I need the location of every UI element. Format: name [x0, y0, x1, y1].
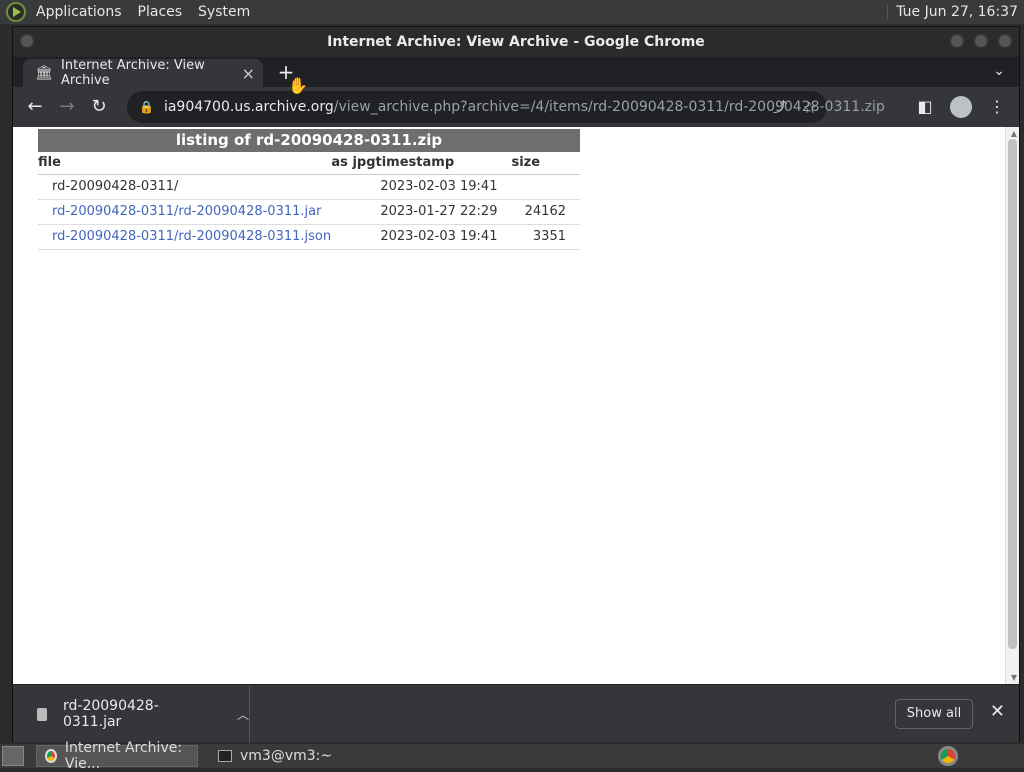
chrome-menu-icon[interactable]: ⋮	[983, 91, 1011, 123]
task-chrome[interactable]: Internet Archive: Vie...	[36, 740, 198, 772]
row-2-file-link[interactable]: rd-20090428-0311/rd-20090428-0311.json	[52, 229, 331, 244]
table-row: rd-20090428-0311/rd-20090428-0311.json 2…	[38, 224, 580, 250]
window-title: Internet Archive: View Archive - Google …	[327, 34, 705, 50]
archive-favicon-icon: 🏛	[35, 65, 53, 81]
task-chrome-label: Internet Archive: Vie...	[64, 740, 183, 772]
download-bar: rd-20090428-0311.jar ︿ Show all ✕	[13, 684, 1019, 743]
tab-title: Internet Archive: View Archive	[61, 58, 205, 88]
window-titlebar[interactable]: Internet Archive: View Archive - Google …	[13, 27, 1019, 57]
tab-close-icon[interactable]: ×	[242, 64, 255, 83]
url-host: ia904700.us.archive.org	[163, 99, 334, 115]
profile-avatar-icon[interactable]	[950, 96, 972, 118]
address-bar[interactable]: 🔒 ia904700.us.archive.org/view_archive.p…	[127, 91, 885, 123]
scroll-thumb[interactable]	[1008, 139, 1017, 649]
browser-toolbar: ← → ↻ 🔒 ia904700.us.archive.org/view_arc…	[13, 87, 1019, 127]
scroll-down-icon[interactable]: ▼	[1011, 673, 1017, 682]
scroll-up-icon[interactable]: ▲	[1011, 129, 1017, 138]
terminal-icon	[218, 750, 232, 762]
hand-cursor-icon: ✋	[288, 76, 308, 95]
chrome-icon	[45, 749, 57, 763]
close-window-button[interactable]	[997, 33, 1013, 49]
chrome-window: Internet Archive: View Archive - Google …	[12, 26, 1020, 743]
download-filename: rd-20090428-0311.jar	[63, 698, 159, 730]
tab-strip: 🏛 Internet Archive: View Archive × + ⌄	[13, 57, 1019, 88]
minimize-button[interactable]	[949, 33, 965, 49]
header-as-jpg: as jpg	[331, 152, 376, 175]
row-1-size: 24162	[511, 199, 580, 225]
show-desktop-button[interactable]	[2, 746, 24, 766]
top-panel: Applications Places System Tue Jun 27, 1…	[0, 0, 1024, 24]
task-terminal-label: vm3@vm3:~	[240, 748, 333, 764]
chevron-up-icon[interactable]: ︿	[237, 706, 249, 723]
header-size: size	[511, 152, 580, 175]
bookmark-star-icon[interactable]: ☆	[803, 98, 817, 117]
table-row: rd-20090428-0311/ 2023-02-03 19:41	[38, 174, 580, 200]
header-timestamp: timestamp	[375, 152, 512, 175]
file-icon	[37, 707, 47, 721]
show-all-button[interactable]: Show all	[895, 699, 973, 729]
tray-chrome-icon[interactable]	[938, 746, 958, 766]
table-row: rd-20090428-0311/rd-20090428-0311.jar 20…	[38, 199, 580, 225]
tab-internet-archive[interactable]: 🏛 Internet Archive: View Archive ×	[23, 58, 263, 88]
tab-search-chevron-icon[interactable]: ⌄	[993, 63, 1005, 79]
side-panel-icon[interactable]: ◧	[911, 91, 939, 123]
listing-caption: listing of rd-20090428-0311.zip	[38, 129, 580, 152]
page-viewport: listing of rd-20090428-0311.zip file as …	[13, 127, 1019, 684]
reload-button[interactable]: ↻	[83, 91, 115, 123]
row-0-as-jpg	[331, 174, 376, 200]
row-2-as-jpg	[331, 224, 376, 250]
row-0-timestamp: 2023-02-03 19:41	[375, 174, 512, 200]
maximize-button[interactable]	[973, 33, 989, 49]
back-button[interactable]: ←	[19, 91, 51, 123]
menu-applications[interactable]: Applications	[28, 0, 130, 24]
table-header-row: file as jpg timestamp size	[38, 152, 580, 175]
row-2-size: 3351	[511, 224, 580, 250]
header-file: file	[38, 152, 332, 175]
lock-icon[interactable]: 🔒	[139, 100, 154, 114]
window-menu-icon[interactable]	[19, 33, 35, 49]
close-download-bar-icon[interactable]: ✕	[990, 703, 1005, 721]
bottom-taskbar: Internet Archive: Vie... vm3@vm3:~	[0, 740, 1024, 772]
row-0-size	[511, 174, 580, 200]
row-1-file-link[interactable]: rd-20090428-0311/rd-20090428-0311.jar	[52, 204, 321, 219]
menu-places[interactable]: Places	[130, 0, 191, 24]
row-0-name: rd-20090428-0311/	[38, 174, 332, 200]
panel-clock[interactable]: Tue Jun 27, 16:37	[887, 4, 1024, 20]
row-2-timestamp: 2023-02-03 19:41	[375, 224, 512, 250]
task-terminal[interactable]: vm3@vm3:~	[210, 745, 340, 767]
forward-button[interactable]: →	[51, 91, 83, 123]
row-1-timestamp: 2023-01-27 22:29	[375, 199, 512, 225]
download-item[interactable]: rd-20090428-0311.jar ︿	[13, 685, 250, 743]
menu-system[interactable]: System	[190, 0, 258, 24]
mate-logo-icon[interactable]	[6, 2, 26, 22]
row-1-as-jpg	[331, 199, 376, 225]
share-icon[interactable]: ⤴	[773, 97, 787, 117]
page-scrollbar[interactable]: ▲ ▼	[1005, 127, 1019, 684]
archive-listing-table: listing of rd-20090428-0311.zip file as …	[38, 129, 580, 250]
